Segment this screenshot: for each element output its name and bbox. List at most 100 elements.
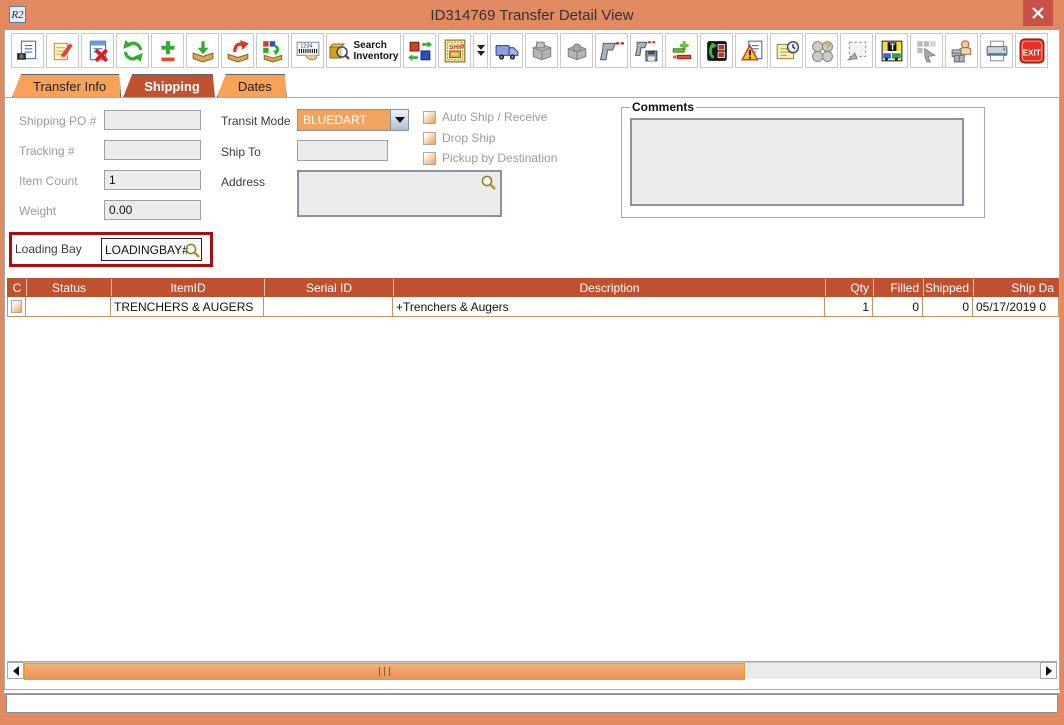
- receive-multiple-button[interactable]: [256, 33, 289, 68]
- scan-gun-button[interactable]: [595, 33, 628, 68]
- grid-header-row: C Status ItemID Serial ID Description Qt…: [7, 278, 1059, 297]
- address-label: Address: [221, 175, 265, 189]
- help-spheres-button[interactable]: ?: [805, 33, 838, 68]
- delete-transfer-button[interactable]: [81, 33, 114, 68]
- pickup-by-destination-checkbox[interactable]: [423, 152, 436, 165]
- reverse-transfer-button[interactable]: [700, 33, 733, 68]
- scroll-right-button[interactable]: [1040, 662, 1057, 679]
- comments-textarea[interactable]: [630, 118, 964, 206]
- transit-mode-combo[interactable]: BLUEDART: [297, 109, 409, 131]
- shipping-truck-button[interactable]: [490, 33, 523, 68]
- col-header-qty[interactable]: Qty: [825, 279, 873, 296]
- col-header-serialid[interactable]: Serial ID: [264, 279, 393, 296]
- row-cell-serialid: [264, 297, 393, 316]
- combo-dropdown-button[interactable]: [390, 110, 408, 130]
- row-cell-c: [8, 297, 26, 316]
- gray-boxes-icon: [530, 39, 554, 63]
- search-inventory-icon: [328, 39, 350, 63]
- edit-transfer-button[interactable]: [46, 33, 79, 68]
- warning-document-icon: [740, 39, 764, 63]
- close-button[interactable]: [1023, 0, 1053, 26]
- col-header-description[interactable]: Description: [393, 279, 825, 296]
- gray-blocks-arrow-icon: [915, 39, 939, 63]
- tab-transfer-info[interactable]: Transfer Info: [12, 74, 121, 97]
- tab-shipping[interactable]: Shipping: [123, 74, 215, 97]
- tab-label: Transfer Info: [33, 79, 106, 94]
- gray-boxes-alt-icon: [565, 39, 589, 63]
- add-item-button[interactable]: [151, 33, 184, 68]
- chevron-down-icon: [477, 45, 485, 50]
- scan-save-button[interactable]: [630, 33, 663, 68]
- ship-to-label: Ship To: [221, 145, 261, 159]
- comments-label: Comments: [630, 100, 696, 114]
- tracking-input[interactable]: [104, 140, 201, 160]
- schedule-note-button[interactable]: [770, 33, 803, 68]
- drop-ship-label: Drop Ship: [442, 131, 495, 145]
- loading-bay-input[interactable]: LOADINGBAY#: [101, 238, 202, 261]
- barcode-icon: 1234: [295, 39, 321, 63]
- auto-ship-receive-checkbox[interactable]: [423, 111, 436, 124]
- scrollbar-track[interactable]: [24, 662, 1040, 679]
- truck-ticket-icon: T: [880, 39, 904, 63]
- row-cell-shipdate: 05/17/2019 0: [973, 297, 1059, 316]
- transfer-inventory-button[interactable]: [403, 33, 436, 68]
- auto-ship-receive-label: Auto Ship / Receive: [442, 110, 547, 124]
- pickup-by-destination-label: Pickup by Destination: [442, 151, 557, 165]
- truck-icon: [495, 39, 519, 63]
- item-count-label: Item Count: [19, 174, 78, 188]
- exit-button[interactable]: EXIT: [1015, 33, 1048, 68]
- new-transfer-button[interactable]: [11, 33, 44, 68]
- edit-notes-icon: [51, 39, 75, 63]
- row-cell-shipped: 0: [923, 297, 973, 316]
- col-header-status[interactable]: Status: [26, 279, 111, 296]
- shipping-tab-panel: Shipping PO # Tracking # Item Count Weig…: [4, 97, 1060, 690]
- refresh-button[interactable]: [116, 33, 149, 68]
- transfer-detail-window: R2 ID314769 Transfer Detail View: [0, 0, 1064, 725]
- adjust-items-button[interactable]: [665, 33, 698, 68]
- receive-items-button[interactable]: [186, 33, 219, 68]
- col-header-itemid[interactable]: ItemID: [111, 279, 264, 296]
- plus-minus-bars-icon: [670, 39, 694, 63]
- new-document-icon: [16, 39, 40, 63]
- address-search-icon[interactable]: [480, 174, 497, 191]
- customer-packages-button[interactable]: [945, 33, 978, 68]
- col-header-filled[interactable]: Filled: [873, 279, 923, 296]
- item-count-input[interactable]: [104, 170, 201, 190]
- col-header-c[interactable]: C: [8, 279, 26, 296]
- row-cell-itemid: TRENCHERS & AUGERS: [111, 297, 264, 316]
- exit-label: EXIT: [1022, 48, 1040, 57]
- row-cell-filled: 0: [873, 297, 923, 316]
- select-region-disabled-button: [840, 33, 873, 68]
- row-select-checkbox[interactable]: [11, 300, 22, 313]
- chevron-down-icon: [477, 51, 485, 56]
- ship-items-button[interactable]: [221, 33, 254, 68]
- exception-report-button[interactable]: [735, 33, 768, 68]
- note-clock-icon: [775, 39, 799, 63]
- toolbar-options-button[interactable]: [473, 33, 488, 68]
- scrollbar-thumb[interactable]: [24, 663, 745, 680]
- tracking-label: Tracking #: [19, 144, 75, 158]
- search-inventory-button[interactable]: SearchInventory: [326, 33, 401, 68]
- weight-label: Weight: [19, 204, 56, 218]
- shipping-po-input[interactable]: [104, 110, 201, 130]
- drop-ship-checkbox[interactable]: [423, 132, 436, 145]
- table-row[interactable]: TRENCHERS & AUGERS +Trenchers & Augers 1…: [7, 297, 1059, 317]
- package-disabled-button: [525, 33, 558, 68]
- transit-mode-label: Transit Mode: [221, 114, 291, 128]
- person-boxes-icon: [950, 39, 974, 63]
- col-header-shipped[interactable]: Shipped: [923, 279, 973, 296]
- truck-ticket-button[interactable]: T: [875, 33, 908, 68]
- col-header-shipdate[interactable]: Ship Da: [973, 279, 1058, 296]
- ship-via-button[interactable]: SHIP: [438, 33, 471, 68]
- tab-dates[interactable]: Dates: [217, 74, 287, 97]
- weight-input[interactable]: [104, 200, 201, 220]
- ship-stamp-text: SHIP: [449, 43, 465, 50]
- address-box[interactable]: [297, 170, 502, 217]
- ship-to-input[interactable]: [297, 140, 388, 161]
- print-button[interactable]: [980, 33, 1013, 68]
- scan-barcode-button[interactable]: 1234: [291, 33, 324, 68]
- scroll-left-button[interactable]: [7, 662, 24, 679]
- delete-document-icon: [86, 39, 110, 63]
- shipping-po-label: Shipping PO #: [19, 114, 96, 128]
- loading-bay-search-icon[interactable]: [184, 242, 201, 259]
